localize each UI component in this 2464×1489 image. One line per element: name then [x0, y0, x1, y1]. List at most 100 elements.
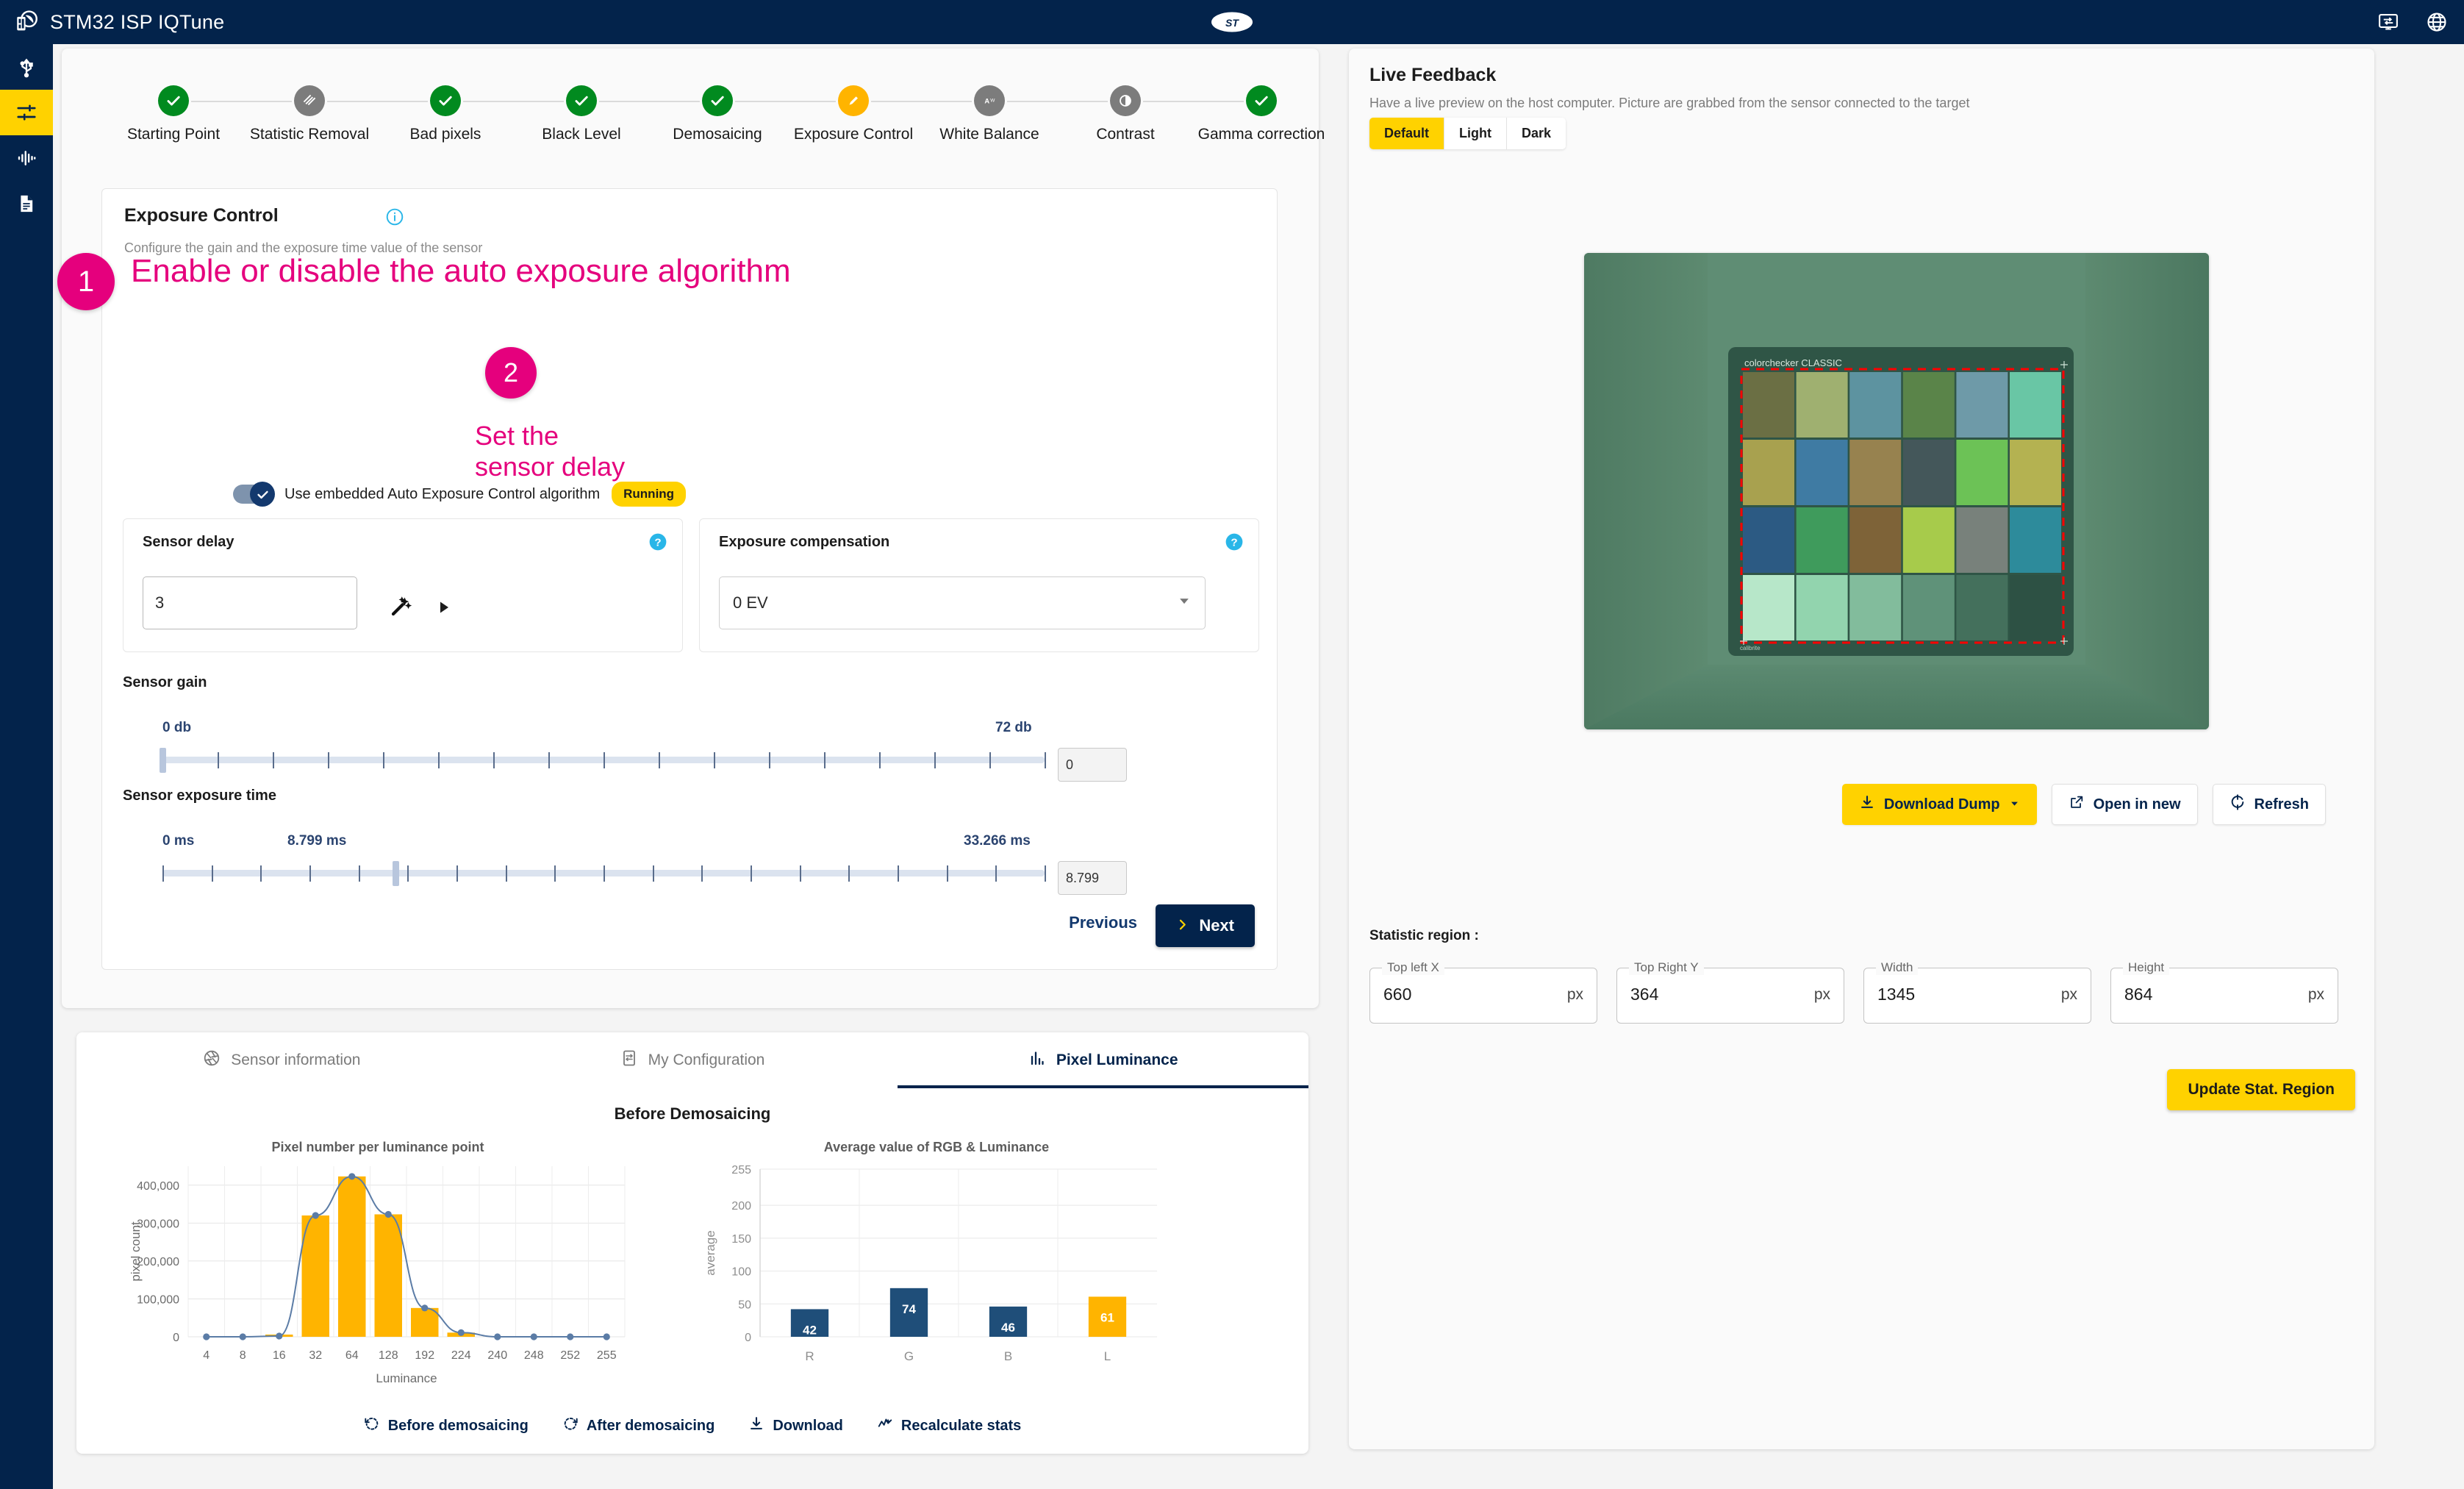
field-legend: Top Right Y: [1629, 960, 1704, 975]
sensor-gain-min-label: 0 db: [162, 720, 192, 735]
exposure-compensation-help-icon[interactable]: ?: [1225, 532, 1244, 555]
slider-tick: [505, 865, 507, 882]
theme-option-light[interactable]: Light: [1444, 118, 1507, 149]
rail-item-tuning[interactable]: [0, 90, 53, 135]
histogram-point: [457, 1329, 465, 1336]
button-label: Download Dump: [1883, 796, 2000, 813]
slider-tick: [714, 752, 715, 768]
download-icon: [748, 1415, 764, 1436]
sensor-gain-max-label: 72 db: [995, 720, 1032, 735]
magic-wand-icon[interactable]: [390, 596, 412, 621]
refresh-button[interactable]: Refresh: [2212, 784, 2326, 825]
slider-thumb[interactable]: [160, 748, 166, 773]
stat-field-top-left-x[interactable]: Top left X 660 px: [1369, 960, 1597, 1024]
stepper-step-label: Demosaicing: [673, 126, 762, 143]
tab-sensor-information[interactable]: Sensor information: [76, 1032, 487, 1088]
slider-tick: [438, 752, 440, 768]
live-feedback-title: Live Feedback: [1369, 65, 1497, 85]
rail-item-waveform[interactable]: [0, 135, 53, 181]
sensor-delay-input[interactable]: 3: [143, 576, 357, 629]
open-in-new-button[interactable]: Open in new: [2051, 784, 2198, 825]
stepper-step-gamma-correction[interactable]: Gamma correction: [1181, 85, 1342, 143]
sensor-exposure-max-label: 33.266 ms: [964, 833, 1031, 849]
histogram-bar: [301, 1215, 329, 1337]
x-tick-label: R: [805, 1349, 814, 1363]
sensor-delay-help-icon[interactable]: ?: [648, 532, 667, 555]
tab-label: Sensor information: [231, 1051, 361, 1068]
recalculate-stats-action[interactable]: Recalculate stats: [877, 1415, 1021, 1436]
field-value: 364: [1630, 985, 1659, 1004]
histogram-point: [348, 1173, 356, 1180]
tab-pixel-luminance[interactable]: Pixel Luminance: [898, 1032, 1308, 1088]
next-button[interactable]: Next: [1156, 904, 1255, 947]
button-label: Refresh: [2254, 796, 2309, 813]
histogram-point: [603, 1333, 610, 1340]
y-axis-label: pixel count: [129, 1221, 143, 1282]
histogram-point: [312, 1212, 319, 1219]
sensor-gain-value[interactable]: 0: [1058, 748, 1127, 782]
awb-icon: AW: [974, 85, 1005, 116]
tab-label: Pixel Luminance: [1056, 1051, 1178, 1068]
rail-item-usb[interactable]: [0, 44, 53, 90]
histogram-point: [203, 1333, 210, 1340]
slider-tick: [824, 752, 825, 768]
colorchecker-classic-preview[interactable]: colorchecker CLASSIC calibrite: [1584, 253, 2209, 729]
bottom-tabs: Sensor information My Configuration Pixel …: [76, 1032, 1308, 1088]
contrast-icon: [1110, 85, 1141, 116]
field-unit: px: [2307, 986, 2324, 1003]
slider-tick: [995, 865, 998, 882]
theme-option-dark[interactable]: Dark: [1507, 118, 1566, 149]
pencil-icon: [838, 85, 869, 116]
rail-item-report[interactable]: [0, 181, 53, 226]
field-legend: Width: [1876, 960, 1919, 975]
annotation-text-1: Enable or disable the auto exposure algo…: [131, 253, 791, 289]
rotate-ccw-icon: [364, 1415, 380, 1436]
histogram-bar: [374, 1214, 402, 1337]
sensor-gain-slider[interactable]: [160, 739, 1046, 783]
pixel-luminance-card: Sensor information My Configuration Pixel …: [76, 1032, 1308, 1454]
slider-tick: [659, 752, 660, 768]
stat-field-top-right-y[interactable]: Top Right Y 364 px: [1616, 960, 1844, 1024]
stat-field-height[interactable]: Height 864 px: [2110, 960, 2338, 1024]
chevron-down-icon: [1177, 593, 1192, 613]
slider-tick: [383, 752, 384, 768]
sensor-exposure-min-label: 0 ms: [162, 833, 195, 849]
slider-tick: [701, 865, 703, 882]
stepper-step-label: Bad pixels: [409, 126, 481, 143]
exposure-compensation-select[interactable]: 0 EV: [719, 576, 1206, 629]
field-value: 864: [2124, 985, 2153, 1004]
button-label: Open in new: [2093, 796, 2181, 813]
download-action[interactable]: Download: [748, 1415, 843, 1436]
chevron-down-icon[interactable]: [2009, 796, 2020, 813]
update-stat-region-button[interactable]: Update Stat. Region: [2167, 1069, 2355, 1110]
stepper-step-label: Statistic Removal: [249, 126, 370, 143]
after-demosaicing-action[interactable]: After demosaicing: [562, 1415, 715, 1436]
theme-option-default[interactable]: Default: [1369, 118, 1445, 149]
monitor-config-icon[interactable]: [2376, 10, 2401, 35]
slider-tick: [946, 865, 948, 882]
theme-segmented-control: Default Light Dark: [1369, 118, 1566, 149]
before-demosaicing-action[interactable]: Before demosaicing: [364, 1415, 529, 1436]
workflow-stepper: Starting Point Statistic Removal Bad pixel…: [62, 85, 1325, 181]
play-icon[interactable]: [435, 599, 453, 620]
x-tick-label: G: [904, 1349, 914, 1363]
sensor-exposure-time-slider[interactable]: [162, 852, 1046, 896]
svg-text:colorchecker CLASSIC: colorchecker CLASSIC: [1744, 357, 1842, 368]
tab-my-configuration[interactable]: My Configuration: [487, 1032, 898, 1088]
chevron-right-icon: [1176, 916, 1189, 935]
slider-thumb[interactable]: [393, 861, 400, 886]
x-tick-label: 8: [240, 1349, 246, 1362]
globe-icon[interactable]: [2424, 10, 2449, 35]
rotate-cw-icon: [562, 1415, 579, 1436]
slider-tick: [751, 865, 752, 882]
download-dump-button[interactable]: Download Dump: [1841, 784, 2037, 825]
sensor-exposure-value[interactable]: 8.799: [1058, 861, 1127, 895]
slider-tick: [456, 865, 458, 882]
check-icon: [1246, 85, 1277, 116]
previous-button[interactable]: Previous: [1061, 903, 1145, 943]
y-tick-label: 400,000: [137, 1180, 179, 1193]
histogram-point: [530, 1333, 537, 1340]
auto-exposure-toggle[interactable]: [233, 482, 275, 507]
stat-field-width[interactable]: Width 1345 px: [1863, 960, 2091, 1024]
info-icon[interactable]: [385, 207, 404, 230]
